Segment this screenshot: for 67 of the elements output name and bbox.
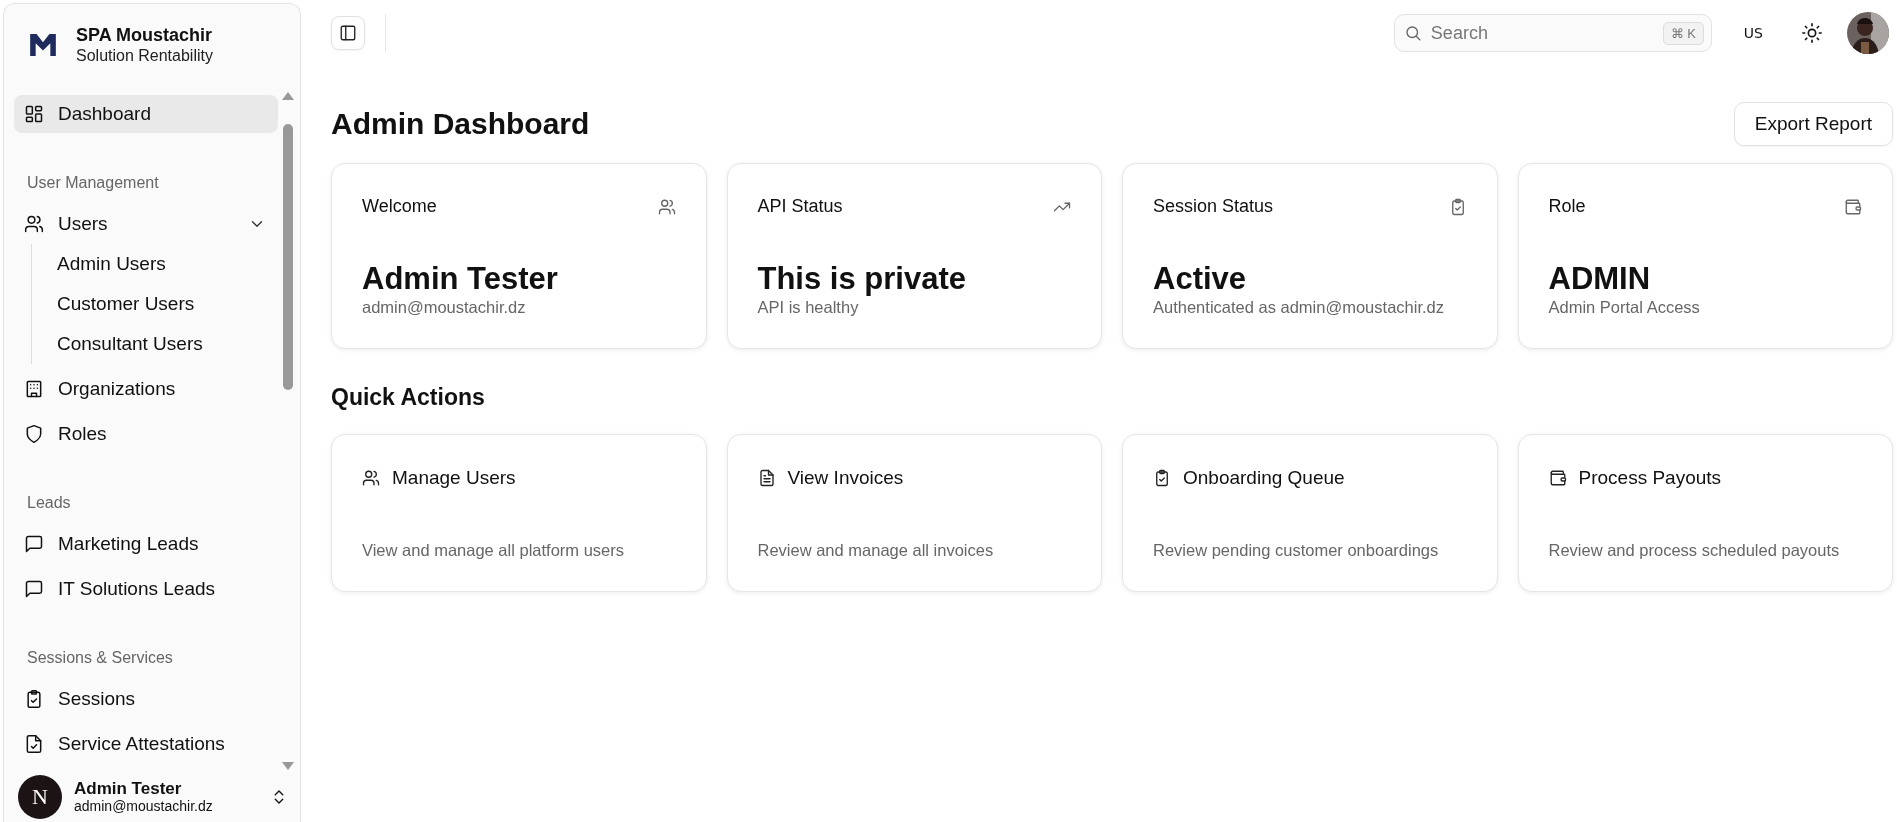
nav-item[interactable]: Dashboard	[14, 95, 278, 133]
card-detail: Admin Portal Access	[1548, 297, 1701, 317]
card-value: Active	[1153, 261, 1248, 297]
export-button[interactable]: Export Report	[1733, 102, 1893, 146]
sidebar-toggle-button[interactable]	[331, 16, 365, 50]
card-title: Session Status	[1153, 196, 1274, 217]
brand-subtitle: Solution Rentability	[76, 47, 213, 65]
card-value: Admin Tester	[362, 261, 559, 297]
action-card[interactable]: View Invoices Review and manage all invoices	[726, 434, 1102, 592]
action-description: Review and manage all invoices	[757, 540, 995, 560]
nav-item[interactable]: Roles	[14, 415, 278, 453]
card-title: Welcome	[362, 196, 437, 217]
scrollbar[interactable]	[282, 90, 294, 772]
card-value: ADMIN	[1548, 261, 1652, 297]
action-card[interactable]: Manage Users View and manage all platform users	[331, 434, 707, 592]
card-value: This is private	[757, 261, 967, 297]
card-title: API Status	[757, 196, 843, 217]
search-icon	[1403, 24, 1422, 42]
user-menu[interactable]: N Admin Tester admin@moustachir.dz	[4, 774, 300, 820]
nav-item[interactable]: Users	[14, 205, 278, 243]
section-heading: User Management	[27, 174, 159, 191]
grid-icon	[24, 104, 44, 124]
card-detail: Authenticated as admin@moustachir.dz	[1153, 297, 1445, 317]
action-title: View Invoices	[787, 466, 904, 489]
shield-icon	[24, 424, 44, 444]
clipboard-check-icon	[1153, 468, 1171, 487]
building-icon	[24, 379, 44, 399]
chat-icon	[24, 579, 44, 599]
clipboard-check-icon	[24, 689, 44, 709]
section-heading: Leads	[27, 494, 71, 511]
card-detail: admin@moustachir.dz	[362, 297, 527, 317]
action-title: Process Payouts	[1578, 466, 1722, 489]
action-description: Review and process scheduled payouts	[1548, 540, 1841, 560]
nav-item[interactable]: Sessions	[14, 680, 278, 718]
document-icon	[757, 468, 776, 487]
logo	[30, 34, 56, 56]
nav-subitem[interactable]: Customer Users	[49, 284, 278, 324]
wallet-icon	[1844, 197, 1862, 216]
nav-subitem[interactable]: Consultant Users	[49, 324, 278, 364]
wallet-icon	[1548, 468, 1567, 487]
file-check-icon	[24, 734, 44, 754]
nav-subitem[interactable]: Admin Users	[49, 244, 278, 284]
shortcut-hint: ⌘ K	[1662, 22, 1704, 45]
card-detail: API is healthy	[757, 297, 860, 317]
card-title: Role	[1548, 196, 1586, 217]
theme-toggle-icon	[1801, 22, 1823, 44]
section-heading: Sessions & Services	[27, 649, 173, 666]
nav-item[interactable]: Organizations	[14, 370, 278, 408]
users-icon	[24, 214, 44, 234]
action-description: Review pending customer onboardings	[1153, 540, 1440, 560]
page-title: Admin Dashboard	[331, 107, 590, 141]
nav-item[interactable]: IT Solutions Leads	[14, 570, 278, 608]
users-icon	[657, 197, 676, 216]
language-button[interactable]: US	[1729, 19, 1777, 47]
avatar: N	[18, 775, 62, 819]
action-title: Onboarding Queue	[1183, 466, 1345, 489]
chat-icon	[24, 534, 44, 554]
action-description: View and manage all platform users	[362, 540, 625, 560]
nav-item[interactable]: Marketing Leads	[14, 525, 278, 563]
users-icon	[362, 468, 380, 487]
section-title: Quick Actions	[331, 383, 486, 411]
action-card[interactable]: Process Payouts Review and process scheduled payouts	[1517, 434, 1893, 592]
action-card[interactable]: Onboarding Queue Review pending customer onboardings	[1122, 434, 1498, 592]
sidebar-toggle-icon	[339, 24, 357, 42]
action-title: Manage Users	[392, 466, 516, 489]
brand-name: SPA Moustachir	[76, 25, 213, 46]
nav-item[interactable]: Service Attestations	[14, 725, 278, 763]
